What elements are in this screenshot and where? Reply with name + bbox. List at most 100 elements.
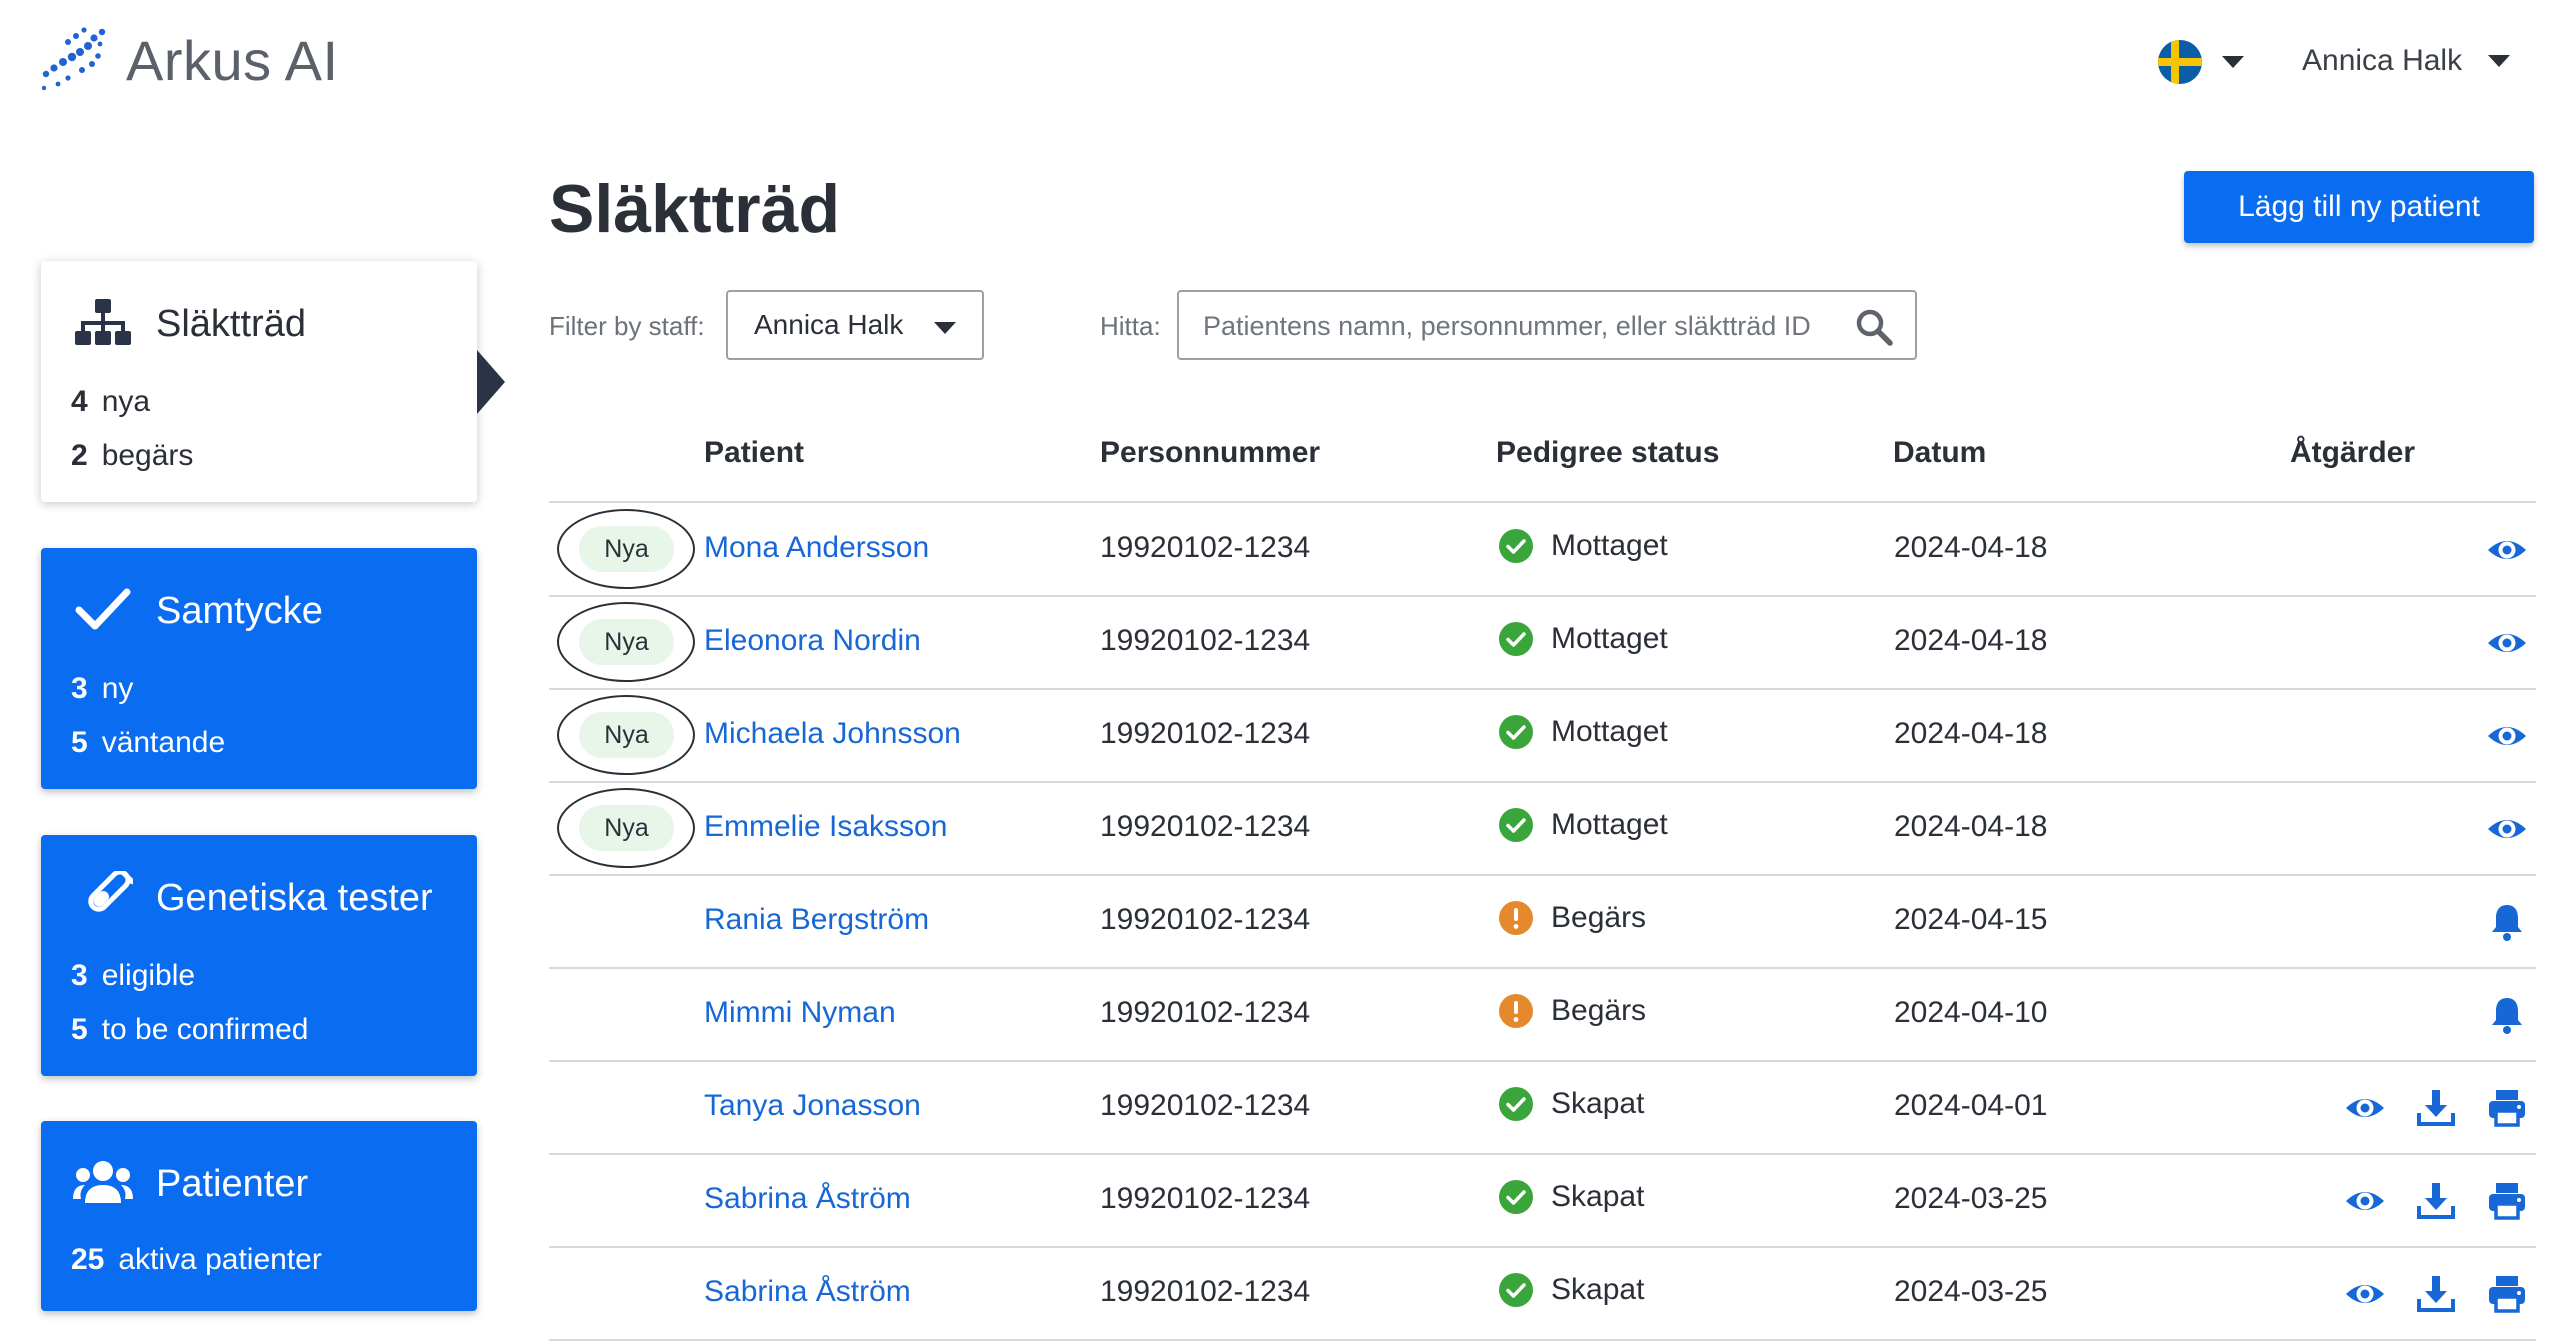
patient-name-link[interactable]: Mimmi Nyman [704,996,896,1030]
column-header-datum[interactable]: Datum [1893,436,1986,470]
personnummer-cell: 19920102-1234 [1100,1275,1311,1308]
test-tube-icon [88,871,133,912]
patient-name-link[interactable]: Mona Andersson [704,531,929,565]
sidebar-card-genetiska-tester[interactable]: Genetiska tester 3 eligible 5 to be confir… [41,835,477,1076]
pedigree-status-label: Mottaget [1551,808,1668,841]
column-header-atgarder: Åtgärder [2290,436,2416,469]
sidebar-card-samtycke[interactable]: Samtycke 3 ny 5 väntande [41,548,477,789]
patient-name-link[interactable]: Emmelie Isaksson [704,810,947,844]
column-header-patient[interactable]: Patient [704,436,804,470]
exclamation-circle-icon [1499,994,1533,1028]
table-row: Rania Bergström 19920102-1234 Begärs 2024-… [549,875,2536,968]
search-input[interactable] [1203,306,1833,346]
bell-icon[interactable] [2486,994,2528,1036]
check-circle-icon [1499,529,1533,563]
new-badge: Nya [557,509,695,589]
stat-to-be-confirmed: 5 to be confirmed [71,1013,309,1046]
personnummer-cell: 19920102-1234 [1100,996,1311,1029]
sidebar-card-patienter[interactable]: Patienter 25 aktiva patienter [41,1121,477,1311]
stat-requested: 2 begärs [71,439,194,472]
column-header-personnummer[interactable]: Personnummer [1100,436,1320,470]
column-header-pedigree-status[interactable]: Pedigree status [1496,436,1719,470]
app-name: Arkus AI [126,28,339,92]
patient-name-link[interactable]: Sabrina Åström [704,1275,911,1309]
patient-name-link[interactable]: Tanya Jonasson [704,1089,921,1123]
bell-icon[interactable] [2486,901,2528,943]
date-cell: 2024-04-18 [1894,624,2048,657]
table-row: Nya Emmelie Isaksson 19920102-1234 Mottage… [549,782,2536,875]
download-icon[interactable] [2415,1087,2457,1129]
search-box [1177,290,1917,360]
patient-name-link[interactable]: Michaela Johnsson [704,717,961,751]
table-row: Nya Mona Andersson 19920102-1234 Mottaget 2… [549,503,2536,596]
date-cell: 2024-04-10 [1894,996,2048,1029]
eye-icon[interactable] [2486,808,2528,850]
sidebar-card-slakttrad[interactable]: Släktträd 4 nya 2 begärs [41,261,477,502]
pedigree-status-label: Begärs [1551,994,1647,1027]
patient-name-link[interactable]: Eleonora Nordin [704,624,921,658]
personnummer-cell: 19920102-1234 [1100,1089,1311,1122]
date-cell: 2024-04-18 [1894,810,2048,843]
stat-new: 4 nya [71,385,151,418]
app-logo[interactable]: Arkus AI [38,24,339,96]
personnummer-cell: 19920102-1234 [1100,624,1311,657]
card-title: Släktträd [156,303,306,345]
pedigree-status-label: Skapat [1551,1180,1645,1213]
eye-icon[interactable] [2486,529,2528,571]
staff-filter-value: Annica Halk [754,309,904,340]
download-icon[interactable] [2415,1273,2457,1315]
user-menu[interactable]: Annica Halk [2302,44,2511,78]
check-circle-icon [1499,1273,1533,1307]
user-name: Annica Halk [2302,44,2463,77]
print-icon[interactable] [2486,1273,2528,1315]
checkmark-icon [75,588,131,630]
personnummer-cell: 19920102-1234 [1100,531,1311,564]
language-selector[interactable] [2158,40,2244,84]
eye-icon[interactable] [2344,1273,2386,1315]
eye-icon[interactable] [2486,715,2528,757]
staff-filter-select[interactable]: Annica Halk [726,290,984,360]
pedigree-status: Mottaget [1499,622,1668,656]
pedigree-status: Mottaget [1499,715,1668,749]
search-icon[interactable] [1855,308,1893,346]
pedigree-status: Begärs [1499,901,1646,935]
patient-name-link[interactable]: Rania Bergström [704,903,929,937]
print-icon[interactable] [2486,1180,2528,1222]
personnummer-cell: 19920102-1234 [1100,1182,1311,1215]
add-patient-button[interactable]: Lägg till ny patient [2184,171,2534,243]
new-badge: Nya [557,788,695,868]
stat-active-patients: 25 aktiva patienter [71,1243,322,1276]
pedigree-status-label: Mottaget [1551,529,1668,562]
stat-new: 3 ny [71,672,134,705]
chevron-down-icon [2222,56,2244,68]
check-circle-icon [1499,808,1533,842]
date-cell: 2024-03-25 [1894,1275,2048,1308]
pedigree-status: Skapat [1499,1180,1644,1214]
date-cell: 2024-03-25 [1894,1182,2048,1215]
family-tree-icon [75,299,131,345]
pedigree-status: Mottaget [1499,808,1668,842]
users-icon [73,1161,133,1203]
chevron-down-icon [934,322,956,334]
table-row: Nya Michaela Johnsson 19920102-1234 Mottag… [549,689,2536,782]
eye-icon[interactable] [2344,1180,2386,1222]
exclamation-circle-icon [1499,901,1533,935]
search-label: Hitta: [1100,311,1161,341]
check-circle-icon [1499,1087,1533,1121]
table-row: Nya Eleonora Nordin 19920102-1234 Mottaget… [549,596,2536,689]
chevron-down-icon [2488,55,2511,67]
check-circle-icon [1499,1180,1533,1214]
patient-name-link[interactable]: Sabrina Åström [704,1182,911,1216]
new-badge: Nya [557,695,695,775]
eye-icon[interactable] [2344,1087,2386,1129]
pedigree-status-label: Begärs [1551,901,1647,934]
download-icon[interactable] [2415,1180,2457,1222]
pedigree-status: Begärs [1499,994,1646,1028]
pedigree-status: Mottaget [1499,529,1668,563]
print-icon[interactable] [2486,1087,2528,1129]
date-cell: 2024-04-18 [1894,717,2048,750]
eye-icon[interactable] [2486,622,2528,664]
pedigree-status-label: Mottaget [1551,715,1668,748]
pedigree-status: Skapat [1499,1273,1644,1307]
table-row: Sabrina Åström 19920102-1234 Skapat 2024-0… [549,1247,2536,1340]
